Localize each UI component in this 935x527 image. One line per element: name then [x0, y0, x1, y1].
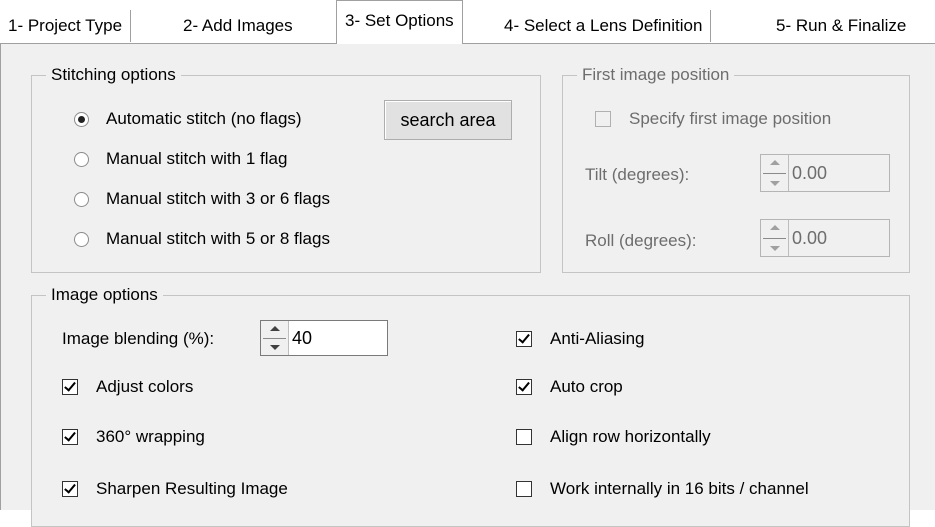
roll-label: Roll (degrees): [585, 231, 697, 250]
checkbox-label: Sharpen Resulting Image [96, 479, 288, 498]
spinner-arrows-icon[interactable] [761, 155, 789, 191]
tilt-spinner[interactable]: 0.00 [760, 154, 890, 192]
wrapping-360-checkbox[interactable]: 360° wrapping [62, 424, 205, 450]
tab-label: 2- Add Images [183, 16, 293, 35]
checkbox[interactable] [62, 429, 78, 445]
radio-label: Manual stitch with 5 or 8 flags [106, 229, 330, 248]
radio-manual-stitch-3-6-flags[interactable]: Manual stitch with 3 or 6 flags [74, 186, 330, 212]
radio-label: Automatic stitch (no flags) [106, 109, 302, 128]
image-blending-value: 40 [292, 327, 313, 348]
checkbox-label: Work internally in 16 bits / channel [550, 479, 809, 498]
radio-button[interactable] [74, 111, 89, 127]
anti-aliasing-checkbox[interactable]: Anti-Aliasing [516, 326, 645, 352]
stitching-options-title: Stitching options [46, 64, 181, 86]
checkbox[interactable] [516, 429, 532, 445]
checkbox[interactable] [62, 379, 78, 395]
auto-crop-checkbox[interactable]: Auto crop [516, 374, 623, 400]
checkbox[interactable] [595, 111, 611, 127]
tab-label: 1- Project Type [8, 16, 123, 35]
checkbox-label: 360° wrapping [96, 427, 205, 446]
first-image-position-group: First image position Specify first image… [562, 64, 910, 273]
tab-label: 4- Select a Lens Definition [504, 16, 703, 35]
adjust-colors-checkbox[interactable]: Adjust colors [62, 374, 193, 400]
work-internally-16-bits-checkbox[interactable]: Work internally in 16 bits / channel [516, 476, 809, 502]
tab-label: 3- Set Options [345, 11, 454, 30]
first-image-position-title: First image position [577, 64, 735, 86]
image-blending-spinner[interactable]: 40 [260, 320, 388, 356]
spinner-arrows-icon[interactable] [761, 220, 789, 256]
radio-button[interactable] [74, 231, 89, 247]
roll-spinner[interactable]: 0.00 [760, 219, 890, 257]
image-options-group: Image options Image blending (%): 40 Adj… [31, 284, 910, 527]
tab-label: 5- Run & Finalize [776, 16, 907, 35]
roll-value: 0.00 [792, 227, 828, 248]
tilt-label: Tilt (degrees): [585, 165, 690, 184]
tab-strip: 1- Project Type 2- Add Images 3- Set Opt… [0, 0, 935, 45]
radio-button[interactable] [74, 151, 89, 167]
checkbox[interactable] [516, 331, 532, 347]
search-area-button[interactable]: search area [384, 100, 512, 140]
stitching-options-group: Stitching options Automatic stitch (no f… [31, 64, 541, 273]
radio-button[interactable] [74, 191, 89, 207]
tab-add-images[interactable]: 2- Add Images [175, 10, 301, 42]
checkbox-label: Adjust colors [96, 377, 194, 396]
spinner-arrows-icon[interactable] [261, 321, 289, 355]
tilt-value: 0.00 [792, 162, 828, 183]
image-blending-label: Image blending (%): [62, 329, 215, 348]
checkbox[interactable] [516, 481, 532, 497]
tab-page-set-options: Stitching options Automatic stitch (no f… [0, 44, 935, 527]
align-row-horizontally-checkbox[interactable]: Align row horizontally [516, 424, 711, 450]
tab-set-options[interactable]: 3- Set Options [336, 0, 463, 45]
checkbox[interactable] [516, 379, 532, 395]
checkbox[interactable] [62, 481, 78, 497]
tab-run-finalize[interactable]: 5- Run & Finalize [768, 10, 915, 42]
radio-automatic-stitch[interactable]: Automatic stitch (no flags) [74, 106, 302, 132]
image-options-title: Image options [46, 284, 163, 306]
radio-label: Manual stitch with 1 flag [106, 149, 288, 168]
checkbox-label: Anti-Aliasing [550, 329, 645, 348]
checkbox-label: Align row horizontally [550, 427, 711, 446]
radio-label: Manual stitch with 3 or 6 flags [106, 189, 330, 208]
radio-manual-stitch-5-8-flags[interactable]: Manual stitch with 5 or 8 flags [74, 226, 330, 252]
checkbox-label: Auto crop [550, 377, 623, 396]
tab-select-lens-definition[interactable]: 4- Select a Lens Definition [496, 10, 712, 42]
radio-manual-stitch-1-flag[interactable]: Manual stitch with 1 flag [74, 146, 287, 172]
specify-first-image-position-checkbox[interactable]: Specify first image position [595, 106, 831, 132]
sharpen-resulting-image-checkbox[interactable]: Sharpen Resulting Image [62, 476, 288, 502]
tab-project-type[interactable]: 1- Project Type [0, 10, 132, 42]
checkbox-label: Specify first image position [629, 109, 832, 128]
